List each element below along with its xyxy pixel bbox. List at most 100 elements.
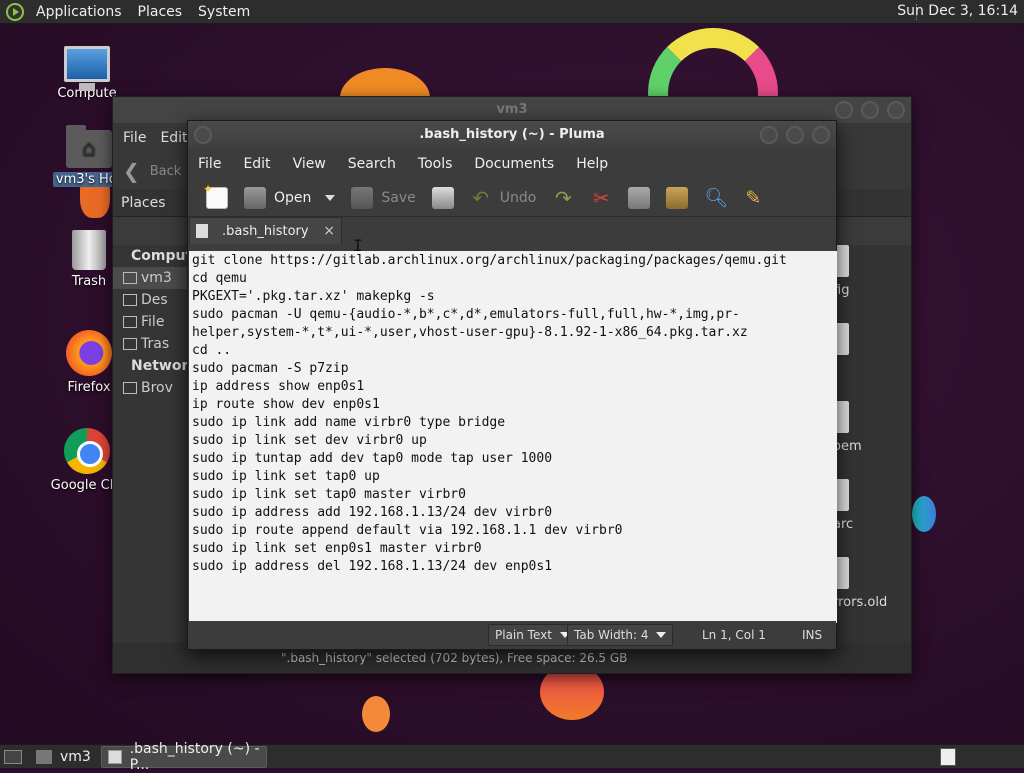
sidebar-item-trash[interactable]: Tras (113, 333, 193, 355)
sidebar-item-label: Brov (141, 380, 173, 396)
editor-line: cd .. (192, 343, 232, 358)
editor-line: sudo pacman -S p7zip (192, 361, 349, 376)
sidebar-item-filesystem[interactable]: File (113, 311, 193, 333)
open-button[interactable]: Open (236, 183, 343, 213)
language-selector[interactable]: Plain Text (488, 624, 577, 646)
editor-line: sudo ip address add 192.168.1.13/24 dev … (192, 505, 553, 520)
mate-menu-icon[interactable] (6, 2, 24, 21)
scissors-icon: ✂ (592, 185, 610, 210)
editor-line: sudo ip link add name virbr0 type bridge (192, 415, 506, 430)
window-menu-button[interactable] (194, 126, 212, 144)
show-desktop-button[interactable] (4, 749, 22, 764)
menu-edit[interactable]: Edit (243, 156, 270, 172)
editor-line: sudo ip tuntap add dev tap0 mode tap use… (192, 451, 553, 466)
pluma-titlebar[interactable]: .bash_history (~) - Pluma (188, 121, 836, 149)
sidebar-item-desktop[interactable]: Des (113, 289, 193, 311)
file-item[interactable]: rrors.old (833, 557, 887, 610)
pluma-window[interactable]: .bash_history (~) - Pluma File Edit View… (187, 120, 837, 650)
chevron-down-icon[interactable] (325, 194, 336, 201)
editor-line: sudo pacman -U qemu-{audio-*,b*,c*,d*,em… (192, 307, 740, 322)
editor-line: git clone https://gitlab.archlinux.org/a… (192, 253, 787, 268)
editor-line: sudo ip route append default via 192.168… (192, 523, 623, 538)
file-label: rrors.old (833, 595, 888, 610)
close-button[interactable] (887, 101, 905, 119)
task-vm3[interactable]: vm3 (30, 746, 97, 768)
redo-button[interactable]: ↷ (544, 183, 582, 213)
editor-line: sudo ip link set tap0 up (192, 469, 380, 484)
menu-edit[interactable]: Edit (160, 130, 187, 146)
menu-search[interactable]: Search (348, 156, 396, 172)
editor-line: ip address show enp0s1 (192, 379, 365, 394)
maximize-button[interactable] (861, 101, 879, 119)
minimize-button[interactable] (760, 126, 778, 144)
workspace-switcher[interactable] (940, 748, 956, 766)
undo-button[interactable]: ↶ Undo (462, 183, 545, 213)
computer-icon (64, 46, 110, 91)
editor-line: sudo ip link set dev virbr0 up (192, 433, 427, 448)
text-editor[interactable]: git clone https://gitlab.archlinux.org/a… (189, 251, 837, 623)
window-title: vm3 (496, 102, 528, 117)
wallpaper-teal-shape (912, 496, 936, 532)
find-replace-icon: ✎ (745, 186, 762, 209)
menu-help[interactable]: Help (576, 156, 608, 172)
menu-view[interactable]: View (293, 156, 326, 172)
tab-bash-history[interactable]: .bash_history × (189, 217, 342, 244)
sidebar-item-label: Tras (141, 336, 170, 352)
menu-tools[interactable]: Tools (418, 156, 453, 172)
paste-button[interactable] (658, 183, 696, 213)
chevron-down-icon (656, 632, 667, 638)
find-button[interactable]: 🔍︎ (696, 183, 734, 213)
editor-line: sudo ip address del 192.168.1.13/24 dev … (192, 559, 553, 574)
editor-line: sudo ip link set enp0s1 master virbr0 (192, 541, 482, 556)
task-pluma[interactable]: .bash_history (~) - P... (100, 741, 267, 773)
window-title: .bash_history (~) - Pluma (419, 127, 605, 142)
desktop-icon-computer[interactable]: Compute (42, 46, 132, 101)
tab-label: .bash_history (222, 223, 309, 239)
chrome-icon (64, 428, 110, 474)
minimize-button[interactable] (835, 101, 853, 119)
sidebar-item-home[interactable]: vm3 (113, 267, 193, 289)
redo-arrow-icon: ↷ (554, 185, 572, 210)
pluma-menubar: File Edit View Search Tools Documents He… (188, 149, 836, 179)
sidebar-heading-network: Network (131, 358, 198, 374)
cut-button[interactable]: ✂ (582, 183, 620, 213)
cursor-position: Ln 1, Col 1 (702, 628, 766, 642)
save-label: Save (381, 189, 416, 206)
menu-file[interactable]: File (123, 130, 146, 146)
copy-button[interactable] (620, 183, 658, 213)
back-button[interactable]: Back (150, 164, 182, 179)
text-editor-icon (107, 749, 122, 764)
menu-file[interactable]: File (198, 156, 221, 172)
file-label: oem (833, 439, 862, 454)
language-label: Plain Text (495, 628, 552, 642)
sidebar-heading-computer: Compute (131, 248, 202, 264)
document-tabbar: .bash_history × (188, 217, 836, 244)
file-manager-sidebar: Compute vm3 Des File Tras Network Brov (113, 245, 202, 643)
editor-line: cd qemu (192, 271, 247, 286)
maximize-button[interactable] (786, 126, 804, 144)
clock[interactable]: Sun Dec 3, 16:14 (897, 3, 1018, 19)
tab-width-selector[interactable]: Tab Width: 4 (567, 624, 674, 646)
undo-arrow-icon: ↶ (472, 185, 490, 210)
menu-places[interactable]: Places (130, 4, 191, 20)
sidebar-item-browse-network[interactable]: Brov (113, 377, 193, 399)
back-arrow-icon[interactable]: ❮ (123, 159, 140, 183)
replace-button[interactable]: ✎ (734, 183, 772, 213)
paste-clipboard-icon (666, 186, 689, 209)
task-label: vm3 (60, 748, 91, 765)
close-tab-icon[interactable]: × (323, 223, 335, 239)
menu-applications[interactable]: Applications (28, 4, 130, 20)
open-folder-icon (244, 186, 266, 209)
new-button[interactable] (198, 182, 236, 213)
trash-icon (72, 230, 106, 270)
top-panel: Applications Places System Sun Dec 3, 16… (0, 0, 1024, 24)
close-button[interactable] (812, 126, 830, 144)
menu-system[interactable]: System (190, 4, 258, 20)
print-button[interactable] (424, 183, 462, 213)
network-icon (123, 382, 137, 394)
save-button[interactable]: Save (343, 183, 423, 213)
editor-line: helper,system-*,t*,ui-*,user,vhost-user-… (192, 325, 748, 340)
file-item[interactable]: oem (833, 401, 862, 454)
menu-documents[interactable]: Documents (474, 156, 554, 172)
document-icon (196, 224, 208, 238)
